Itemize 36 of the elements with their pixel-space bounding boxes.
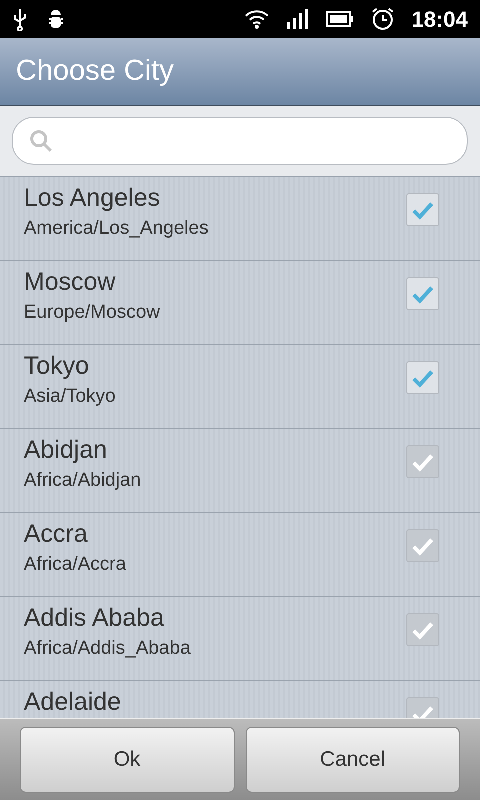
dialog-button[interactable]: Ok — [20, 726, 234, 792]
checkbox[interactable] — [406, 445, 440, 479]
timezone-label: Asia/Tokyo — [24, 385, 117, 409]
city-row[interactable]: Addis Ababa Africa/Addis_Ababa — [0, 597, 480, 681]
dialog-button[interactable]: Cancel — [246, 726, 460, 792]
city-name: Los Angeles — [24, 184, 162, 213]
checkbox[interactable] — [406, 361, 440, 395]
status-time: 18:04 — [412, 6, 468, 34]
search-field[interactable] — [12, 117, 468, 165]
timezone-label: America/Los_Angeles — [24, 217, 210, 241]
alarm-clock-icon — [370, 6, 396, 32]
city-row[interactable]: Los Angeles America/Los_Angeles — [0, 177, 480, 261]
city-name: Abidjan — [24, 436, 108, 465]
city-row[interactable]: Moscow Europe/Moscow — [0, 261, 480, 345]
window-title: Choose City — [16, 54, 174, 89]
checkbox[interactable] — [406, 613, 440, 647]
timezone-label: Africa/Addis_Ababa — [24, 637, 192, 661]
timezone-label: Europe/Moscow — [24, 301, 162, 325]
search-icon — [29, 129, 53, 153]
city-name: Moscow — [24, 268, 117, 297]
checkbox[interactable] — [406, 277, 440, 311]
city-row[interactable]: Adelaide — [0, 681, 480, 718]
city-name: Accra — [24, 520, 89, 549]
city-row[interactable]: Accra Africa/Accra — [0, 513, 480, 597]
signal-icon — [286, 8, 310, 30]
city-name: Tokyo — [24, 352, 90, 381]
checkbox[interactable] — [406, 529, 440, 563]
city-row[interactable]: Tokyo Asia/Tokyo — [0, 345, 480, 429]
battery-icon — [326, 10, 354, 28]
city-name: Addis Ababa — [24, 604, 166, 633]
city-name: Adelaide — [24, 688, 122, 717]
timezone-label: Africa/Accra — [24, 553, 128, 577]
checkbox[interactable] — [406, 193, 440, 227]
timezone-label: Africa/Abidjan — [24, 469, 142, 493]
usb-icon — [12, 7, 28, 31]
city-row[interactable]: Abidjan Africa/Abidjan — [0, 429, 480, 513]
